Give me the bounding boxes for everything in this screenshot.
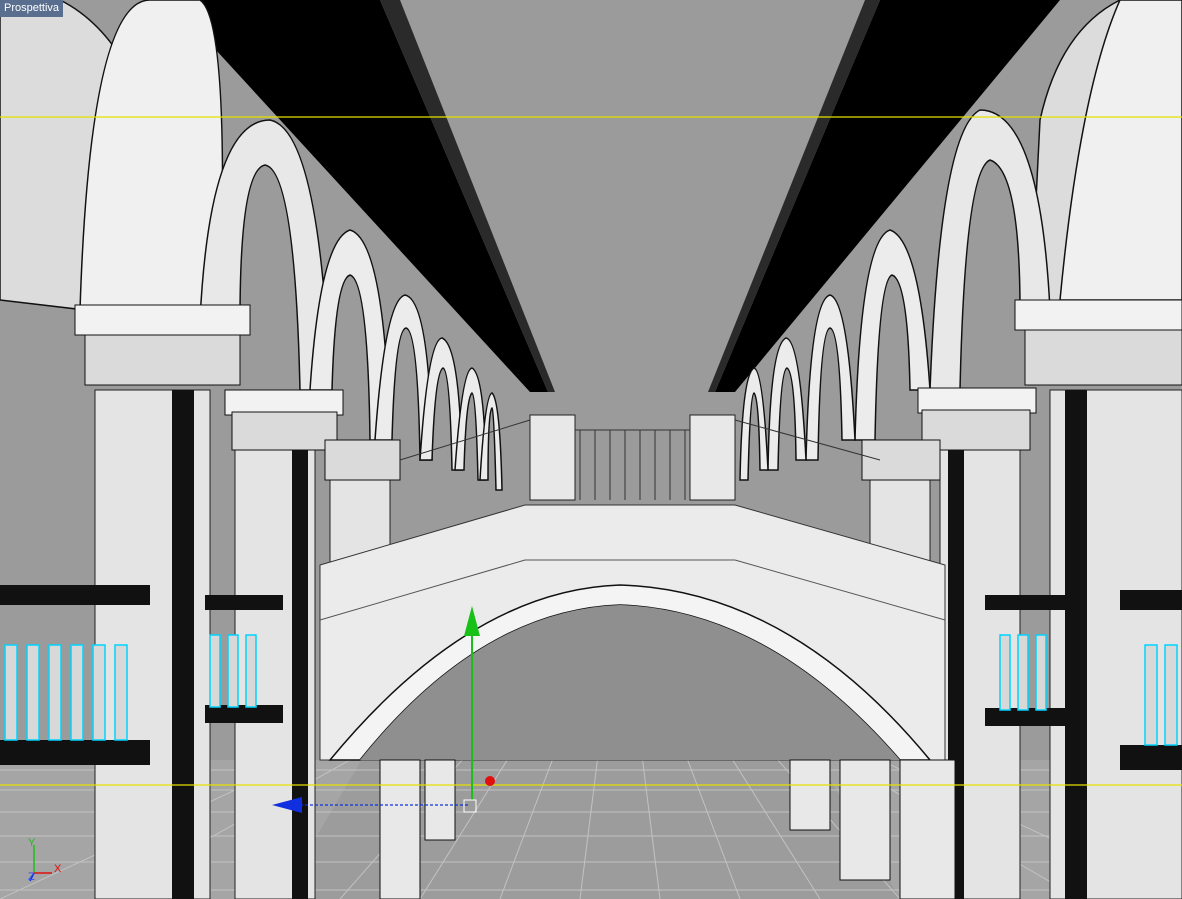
axis-indicator: Y Z X xyxy=(22,835,72,885)
rendered-scene xyxy=(0,0,1182,899)
gizmo-z-handle[interactable] xyxy=(485,776,495,786)
axis-y-label: Y xyxy=(28,837,36,849)
perspective-viewport[interactable]: Prospettiva Y Z X xyxy=(0,0,1182,899)
viewport-label[interactable]: Prospettiva xyxy=(0,0,64,17)
axis-z-label: Z xyxy=(28,871,35,883)
axis-x-label: X xyxy=(54,863,62,875)
